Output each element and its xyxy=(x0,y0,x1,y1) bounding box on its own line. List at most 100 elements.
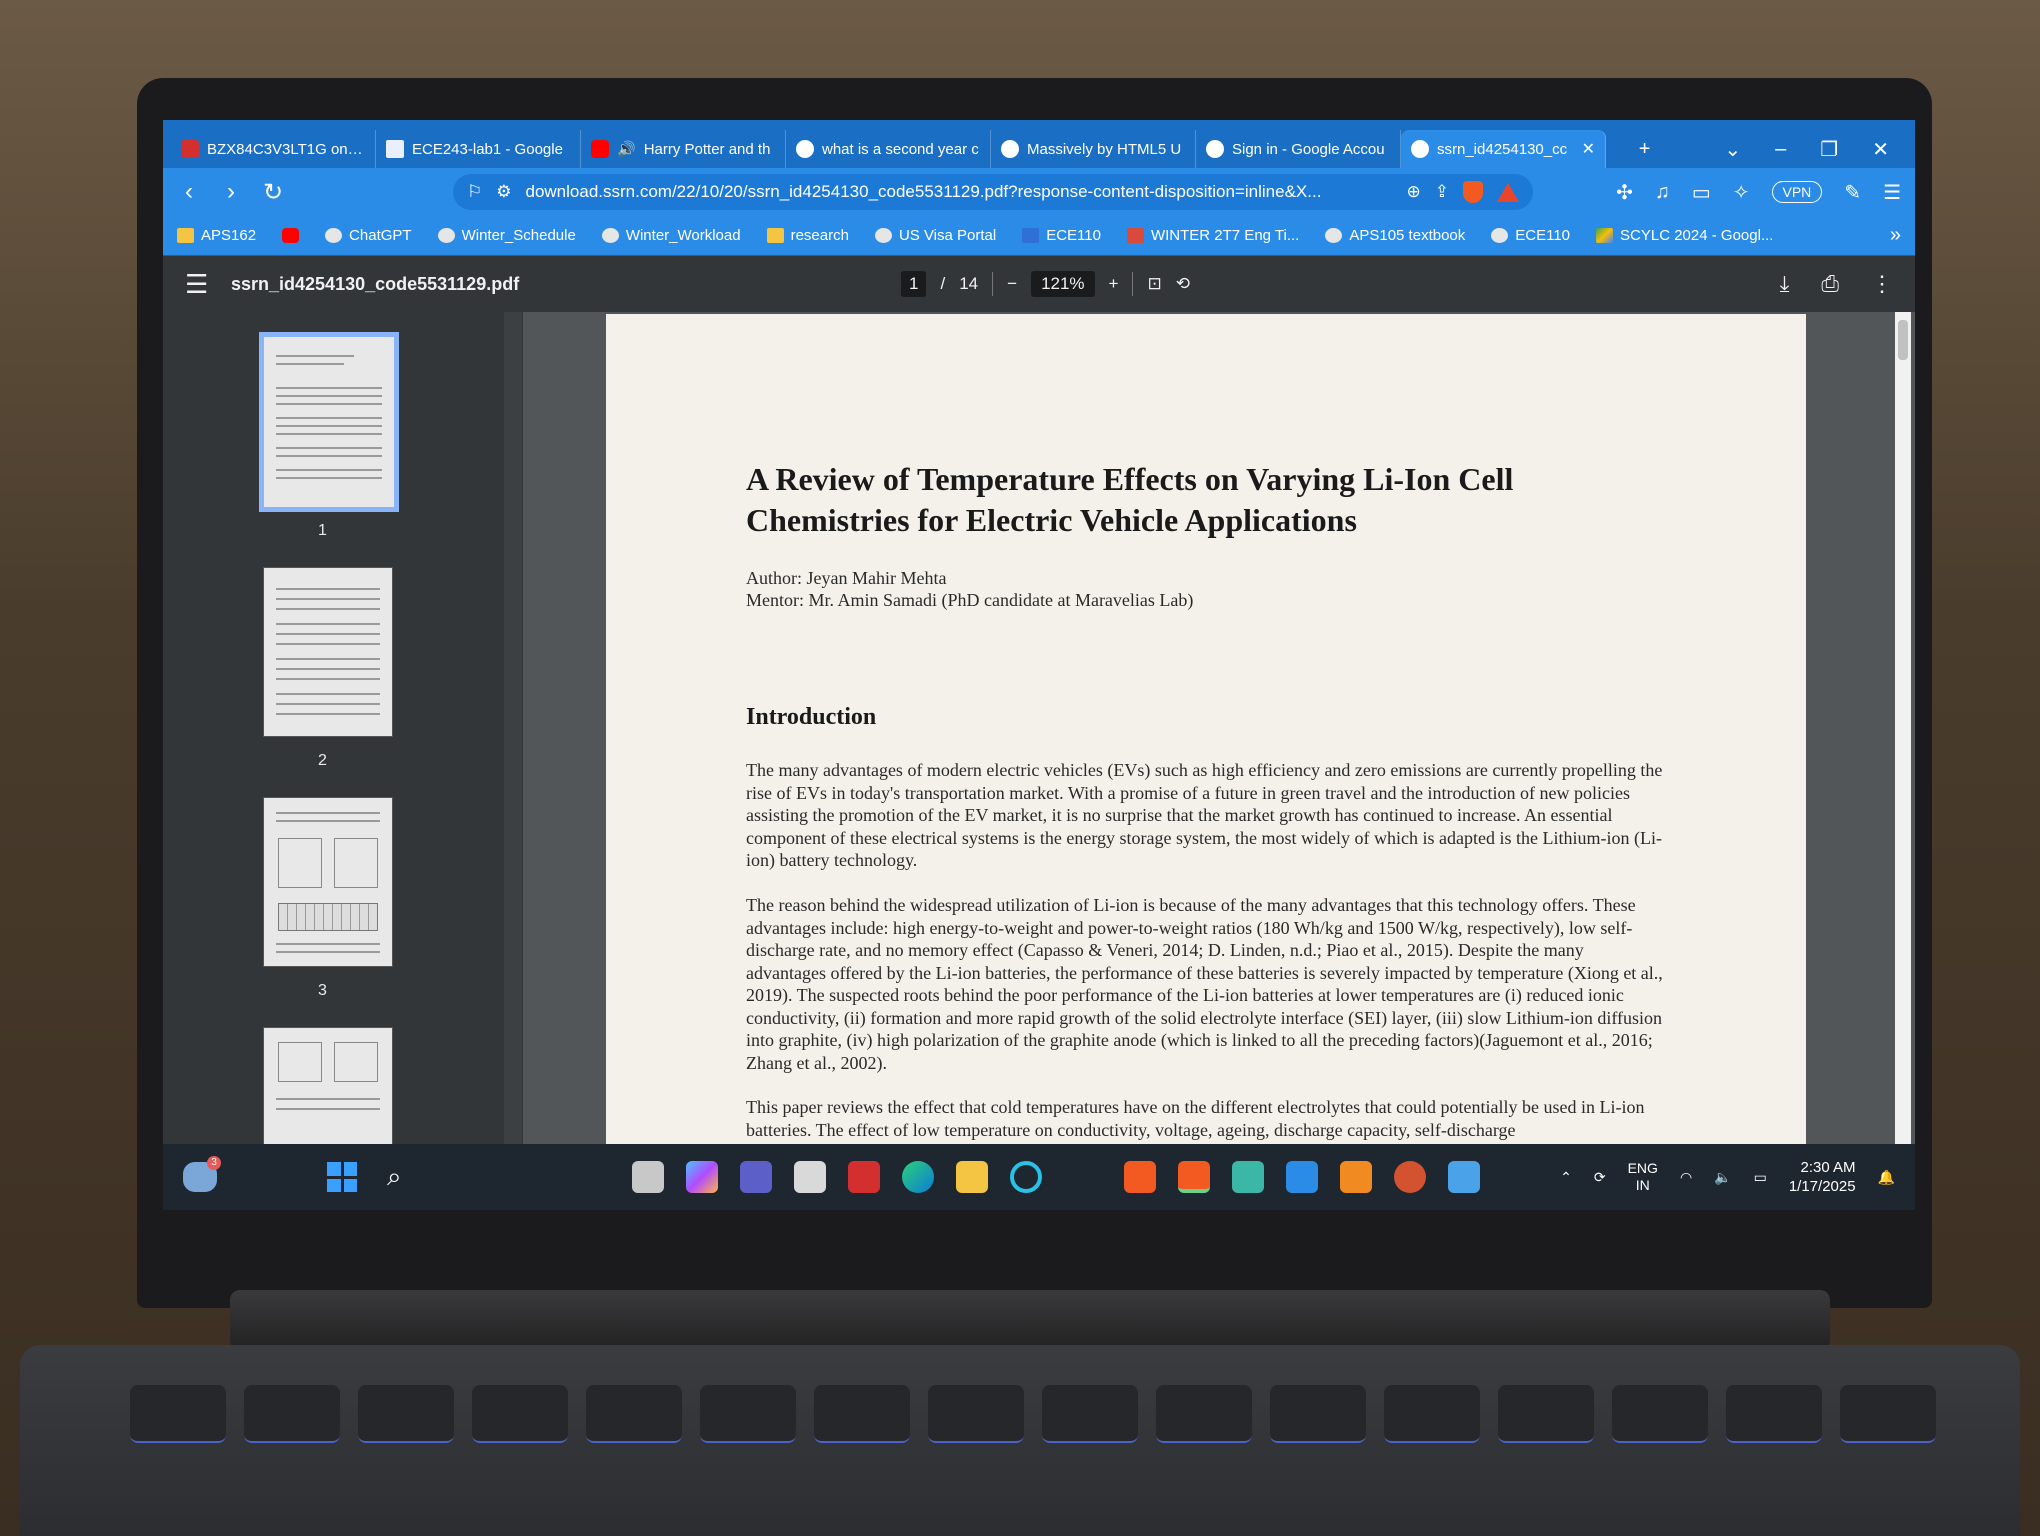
zoom-out-icon[interactable]: − xyxy=(1007,274,1017,294)
language-indicator[interactable]: ENG IN xyxy=(1628,1160,1658,1194)
address-bar[interactable]: ⚐ ⚙ download.ssrn.com/22/10/20/ssrn_id42… xyxy=(453,174,1533,210)
zoom-level-input[interactable]: 121% xyxy=(1031,271,1095,297)
thumbnail-scrollbar[interactable] xyxy=(504,312,522,1144)
close-window-button[interactable]: ✕ xyxy=(1872,137,1889,162)
notepad-icon[interactable] xyxy=(1231,1161,1264,1193)
close-tab-icon[interactable]: ✕ xyxy=(1582,139,1595,159)
teams-icon[interactable] xyxy=(739,1161,772,1193)
clock[interactable]: 2:30 AM 1/17/2025 xyxy=(1789,1158,1856,1196)
cortana-icon[interactable] xyxy=(1009,1161,1042,1193)
minimize-button[interactable]: – xyxy=(1775,138,1786,161)
more-options-icon[interactable]: ⋮ xyxy=(1871,271,1893,297)
bookmark-item[interactable]: US Visa Portal xyxy=(874,227,996,244)
site-settings-icon[interactable]: ⚙ xyxy=(496,182,511,202)
thumbnail-figure xyxy=(278,1042,322,1082)
bookmark-item[interactable]: Winter_Workload xyxy=(601,227,741,244)
key xyxy=(1156,1385,1252,1443)
menu-icon[interactable]: ☰ xyxy=(1883,180,1901,205)
leo-icon[interactable]: ✧ xyxy=(1733,180,1750,205)
key xyxy=(928,1385,1024,1443)
bookmark-item[interactable]: APS162 xyxy=(177,227,256,244)
new-tab-button[interactable]: + xyxy=(1639,138,1651,161)
tab-active[interactable]: ssrn_id4254130_cc ✕ xyxy=(1401,130,1606,168)
globe-icon xyxy=(437,228,455,243)
chevron-up-icon[interactable]: ⌃ xyxy=(1560,1169,1572,1186)
bookmark-item[interactable] xyxy=(282,228,300,243)
bookmark-item[interactable]: ChatGPT xyxy=(325,227,412,244)
extensions-icon[interactable]: ✣ xyxy=(1616,180,1633,205)
print-icon[interactable]: ⎙ xyxy=(1821,271,1839,297)
bookmark-item[interactable]: Winter_Schedule xyxy=(437,227,576,244)
file-explorer-icon[interactable] xyxy=(955,1161,988,1193)
brave-active-icon[interactable] xyxy=(1177,1161,1210,1193)
store-icon[interactable] xyxy=(793,1161,826,1193)
tab[interactable]: Massively by HTML5 U xyxy=(991,130,1196,168)
battery-icon[interactable]: ▭ xyxy=(1754,1169,1767,1186)
mentor-line: Mentor: Mr. Amin Samadi (PhD candidate a… xyxy=(746,590,1194,610)
page-number-input[interactable]: 1 xyxy=(901,271,927,297)
powerpoint-icon[interactable] xyxy=(1393,1161,1426,1193)
fit-page-icon[interactable]: ⊡ xyxy=(1147,274,1161,294)
edge-icon[interactable] xyxy=(901,1161,934,1193)
snipping-tool-icon[interactable] xyxy=(1339,1161,1372,1193)
thumbnail-page-3[interactable] xyxy=(263,797,393,967)
media-icon[interactable]: ♫ xyxy=(1655,181,1670,204)
divider xyxy=(1132,272,1134,296)
tab[interactable]: what is a second year c xyxy=(786,130,991,168)
laptop-keyboard xyxy=(20,1345,2020,1536)
zoom-in-icon[interactable]: + xyxy=(1109,274,1119,294)
bookmark-item[interactable]: research xyxy=(766,227,849,244)
tab[interactable]: Sign in - Google Accou xyxy=(1196,130,1401,168)
search-icon[interactable]: ⌕ xyxy=(387,1161,402,1193)
bookmark-item[interactable]: ECE110 xyxy=(1491,227,1570,244)
task-view-icon[interactable] xyxy=(631,1161,664,1193)
sidebar-menu-icon[interactable]: ☰ xyxy=(185,269,215,300)
download-icon[interactable]: ⤓ xyxy=(1780,271,1790,297)
bookmark-item[interactable]: APS105 textbook xyxy=(1325,227,1465,244)
brave-rewards-icon[interactable] xyxy=(1497,182,1519,202)
weather-widget-icon[interactable]: 3 xyxy=(183,1156,221,1192)
bookmark-item[interactable]: SCYLC 2024 - Googl... xyxy=(1596,227,1773,244)
copilot-icon[interactable] xyxy=(685,1161,718,1193)
bookmark-item[interactable]: ECE110 xyxy=(1022,227,1101,244)
tab-search-button[interactable]: ⌄ xyxy=(1724,137,1741,162)
brave-shield-icon[interactable] xyxy=(1463,181,1483,203)
wifi-icon[interactable]: ◠ xyxy=(1680,1169,1692,1186)
share-icon[interactable]: ⇪ xyxy=(1435,182,1449,202)
sync-icon[interactable]: ⟳ xyxy=(1594,1169,1606,1186)
page-scrollbar[interactable] xyxy=(1895,312,1911,1144)
tab[interactable]: BZX84C3V3LT1G onsen xyxy=(171,130,376,168)
bookmark-icon[interactable]: ⚐ xyxy=(467,182,482,202)
drive-icon xyxy=(1596,228,1614,243)
brave-icon[interactable] xyxy=(1123,1161,1156,1193)
tab[interactable]: 🔊 Harry Potter and th xyxy=(581,130,786,168)
volume-icon[interactable]: 🔈 xyxy=(1714,1169,1731,1186)
forward-icon[interactable]: › xyxy=(219,178,243,206)
wallet-icon[interactable]: ▭ xyxy=(1692,180,1711,205)
tab[interactable]: ECE243-lab1 - Google xyxy=(376,130,581,168)
bookmark-item[interactable]: WINTER 2T7 Eng Ti... xyxy=(1126,227,1299,244)
back-icon[interactable]: ‹ xyxy=(177,178,201,206)
scrollbar-thumb[interactable] xyxy=(1898,320,1908,360)
tab-label: ssrn_id4254130_cc xyxy=(1437,140,1568,158)
thumbnail-page-2[interactable] xyxy=(263,567,393,737)
vpn-button[interactable]: VPN xyxy=(1771,181,1823,203)
tab-label: ECE243-lab1 - Google xyxy=(412,140,563,158)
url-text[interactable]: download.ssrn.com/22/10/20/ssrn_id425413… xyxy=(526,182,1393,202)
vscode-icon[interactable] xyxy=(1285,1161,1318,1193)
pdf-viewer: 1 2 3 A Review of Temperature Effects on… xyxy=(163,312,1915,1144)
rotate-icon[interactable]: ⟲ xyxy=(1176,274,1190,294)
reload-icon[interactable]: ↻ xyxy=(261,178,285,207)
audio-playing-icon[interactable]: 🔊 xyxy=(617,140,636,158)
more-bookmarks-icon[interactable]: » xyxy=(1890,224,1901,247)
thumbnail-page-4[interactable] xyxy=(263,1027,393,1144)
restore-button[interactable]: ❐ xyxy=(1820,137,1838,162)
mcafee-icon[interactable] xyxy=(847,1161,880,1193)
edit-icon[interactable]: ✎ xyxy=(1844,180,1861,205)
start-icon[interactable] xyxy=(327,1162,357,1192)
youtube-icon xyxy=(591,140,609,158)
notifications-icon[interactable]: 🔔 xyxy=(1878,1169,1895,1186)
zoom-icon[interactable]: ⊕ xyxy=(1407,182,1421,202)
photos-icon[interactable] xyxy=(1447,1161,1480,1193)
thumbnail-page-1[interactable] xyxy=(259,332,399,512)
